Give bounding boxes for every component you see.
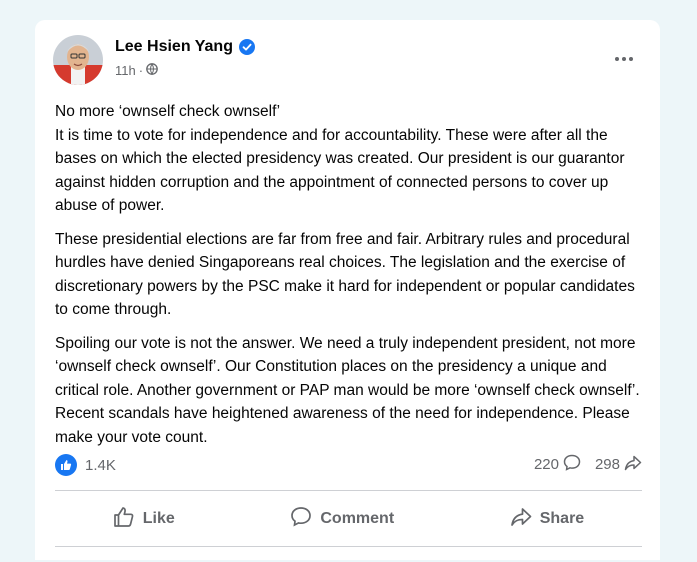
more-options-button[interactable] [606, 47, 642, 71]
post-stats: 1.4K 220 298 [55, 452, 642, 480]
globe-icon [146, 63, 158, 78]
share-icon [510, 507, 532, 532]
dot-icon [622, 57, 626, 61]
share-arrow-icon [624, 455, 642, 475]
comment-button[interactable]: Comment [270, 500, 414, 538]
share-button[interactable]: Share [490, 501, 604, 538]
comment-icon [290, 506, 312, 532]
post-card: Lee Hsien Yang 11h · No more ‘ownself ch… [35, 20, 660, 560]
post-header: Lee Hsien Yang 11h · [53, 35, 642, 85]
like-button-label: Like [142, 510, 175, 527]
comment-count-value: 220 [533, 456, 559, 473]
thumbs-up-icon [113, 506, 135, 533]
dot-icon [615, 57, 619, 61]
dot-icon [629, 57, 633, 61]
avatar[interactable] [53, 35, 103, 85]
timestamp[interactable]: 11h [115, 63, 136, 78]
comment-count[interactable]: 220 [534, 454, 581, 475]
share-count[interactable]: 298 [595, 455, 642, 475]
comment-bubble-icon [563, 454, 581, 475]
comment-button-label: Comment [320, 510, 395, 527]
post-paragraph: These presidential elections are far fro… [55, 230, 635, 319]
reactions-summary[interactable]: 1.4K [55, 454, 116, 476]
divider [55, 490, 642, 491]
share-count-value: 298 [594, 456, 620, 473]
divider [55, 546, 642, 547]
post-meta: 11h · [115, 63, 158, 78]
reaction-count: 1.4K [85, 456, 116, 474]
post-paragraph: Spoiling our vote is not the answer. We … [55, 334, 640, 446]
author-name[interactable]: Lee Hsien Yang [115, 38, 233, 56]
like-button[interactable]: Like [93, 500, 195, 539]
meta-separator: · [138, 63, 144, 78]
verified-badge-icon [238, 39, 255, 55]
share-button-label: Share [539, 510, 585, 527]
post-actions: Like Comment Share [55, 498, 642, 540]
like-reaction-icon [55, 454, 77, 476]
post-paragraph: No more ‘ownself check ownself’ It is ti… [55, 103, 625, 214]
post-body: No more ‘ownself check ownself’ It is ti… [55, 100, 645, 459]
